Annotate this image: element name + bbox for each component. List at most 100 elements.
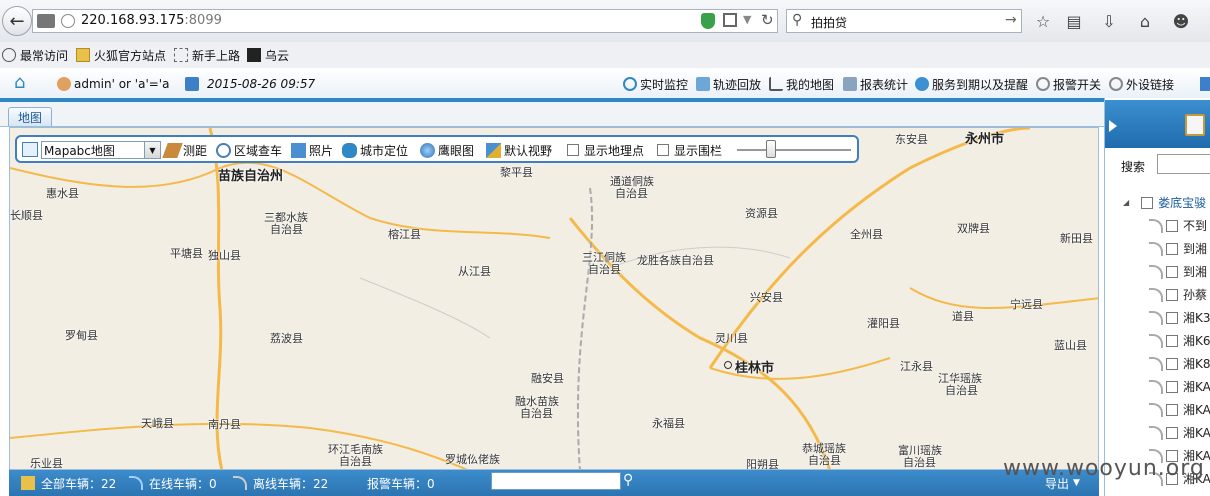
- default-view-tool[interactable]: 默认视野: [486, 140, 552, 160]
- smiley-icon[interactable]: ☻: [1170, 10, 1192, 32]
- search-bar[interactable]: ⚲ 拍拍贷 →: [786, 9, 1022, 33]
- bookmark-wooyun[interactable]: 乌云: [247, 47, 289, 63]
- search-icon[interactable]: ⚲: [623, 472, 633, 488]
- reload-icon[interactable]: ↻: [761, 11, 774, 29]
- vehicle-search-input[interactable]: [491, 472, 621, 490]
- map-place: 江永县: [900, 360, 933, 373]
- vehicle-row[interactable]: 不到: [1105, 214, 1210, 237]
- bookmark-firefox-site[interactable]: 火狐官方站点: [76, 47, 166, 63]
- vehicle-row[interactable]: 到湘: [1105, 260, 1210, 283]
- back-button[interactable]: ←: [2, 6, 32, 36]
- feed-icon: [1149, 333, 1163, 348]
- vehicle-checkbox[interactable]: [1166, 265, 1178, 278]
- vehicle-checkbox[interactable]: [1166, 242, 1178, 255]
- nav-reports[interactable]: 报表统计: [843, 75, 908, 93]
- vehicle-checkbox[interactable]: [1166, 380, 1178, 393]
- home-icon[interactable]: ⌂: [14, 74, 32, 92]
- map-place: 乐业县: [30, 457, 63, 470]
- vehicle-label: 孙蔡: [1183, 288, 1208, 302]
- zoom-slider-track[interactable]: [737, 149, 851, 151]
- measure-tool[interactable]: 测距: [162, 140, 207, 160]
- nav-my-map[interactable]: 我的地图: [769, 75, 834, 93]
- show-fence-checkbox[interactable]: [657, 144, 669, 156]
- status-bar: 全部车辆：22 在线车辆：0 离线车辆：22 报警车辆：0 ⚲ 导出 ▼: [9, 470, 1099, 496]
- map-place: 平塘县: [170, 247, 203, 260]
- panel-search-input[interactable]: [1157, 154, 1210, 174]
- map-place: 灌阳县: [867, 317, 900, 330]
- vehicle-row[interactable]: 湘K6: [1105, 329, 1210, 352]
- chat-bubble-icon: [915, 77, 929, 91]
- vehicle-row[interactable]: 湘KA: [1105, 421, 1210, 444]
- map-place: 龙胜各族自治县: [637, 254, 714, 267]
- nav-service-expiry[interactable]: 服务到期以及提醒: [915, 75, 1028, 93]
- more-icon[interactable]: [1200, 77, 1210, 91]
- bookmark-getting-started[interactable]: 新手上路: [174, 47, 240, 63]
- download-icon[interactable]: ⇩: [1098, 10, 1120, 32]
- shield-icon[interactable]: [701, 13, 715, 29]
- reading-list-icon[interactable]: ▤: [1063, 10, 1085, 32]
- vehicle-row[interactable]: 湘K3: [1105, 306, 1210, 329]
- group-checkbox[interactable]: [1141, 196, 1154, 209]
- status-alarm[interactable]: 报警车辆：0: [367, 475, 435, 491]
- city-locate-tool[interactable]: 城市定位: [342, 140, 408, 160]
- vehicle-row[interactable]: 孙蔡: [1105, 283, 1210, 306]
- dropdown-arrow-icon[interactable]: ▼: [743, 13, 751, 26]
- clipboard-icon: [1185, 114, 1205, 136]
- show-fence-toggle[interactable]: 显示围栏: [657, 140, 722, 160]
- vehicle-checkbox[interactable]: [1166, 288, 1178, 301]
- show-poi-toggle[interactable]: 显示地理点: [567, 140, 644, 160]
- map-place: 黎平县: [500, 166, 533, 179]
- status-offline[interactable]: 离线车辆：22: [233, 475, 328, 491]
- map-canvas[interactable]: 苗族自治州 黎平县 通道侗族 自治县 东安县 永州市 惠水县 长顺县 三都水族 …: [9, 127, 1099, 470]
- eagle-eye-tool[interactable]: 鹰眼图: [420, 140, 474, 160]
- tab-map[interactable]: 地图: [8, 107, 52, 126]
- map-place: 天峨县: [141, 417, 174, 430]
- user-info: admin' or 'a'='a: [57, 75, 169, 93]
- home-icon[interactable]: ⌂: [1134, 10, 1156, 32]
- zoom-slider-handle[interactable]: [766, 140, 777, 158]
- group-row[interactable]: ◢ 娄底宝骏: [1105, 191, 1210, 214]
- panel-header: [1105, 100, 1210, 148]
- area-search-tool[interactable]: 区域查车: [216, 140, 282, 160]
- map-place: 新田县: [1060, 232, 1093, 245]
- search-icon: ⚲: [792, 12, 803, 28]
- nav-realtime-monitor[interactable]: 实时监控: [623, 75, 688, 93]
- vehicle-row[interactable]: 湘KA: [1105, 398, 1210, 421]
- search-go-icon[interactable]: →: [1005, 12, 1017, 28]
- url-bar[interactable]: 220.168.93.175:8099 ▼ ↻: [32, 9, 778, 33]
- qr-code-icon[interactable]: [723, 13, 737, 27]
- status-online[interactable]: 在线车辆：0: [129, 475, 217, 491]
- map-type-select[interactable]: Mapabc地图 ▼: [41, 141, 161, 159]
- nav-track-playback[interactable]: 轨迹回放: [696, 75, 761, 93]
- vehicle-checkbox[interactable]: [1166, 334, 1178, 347]
- map-place: 永福县: [652, 417, 685, 430]
- bookmark-most-visited[interactable]: 最常访问: [2, 47, 68, 63]
- vehicle-checkbox[interactable]: [1166, 311, 1178, 324]
- vehicle-checkbox[interactable]: [1166, 403, 1178, 416]
- feed-icon: [129, 476, 143, 490]
- vehicle-checkbox[interactable]: [1166, 219, 1178, 232]
- vehicle-row[interactable]: 到湘: [1105, 237, 1210, 260]
- star-icon[interactable]: ☆: [1032, 10, 1054, 32]
- collapse-arrow-icon[interactable]: [1109, 120, 1117, 132]
- map-place: 榕江县: [388, 228, 421, 241]
- map-place: 桂林市: [735, 361, 775, 376]
- nav-peripheral-link[interactable]: 外设链接: [1109, 75, 1174, 93]
- vehicle-checkbox[interactable]: [1166, 357, 1178, 370]
- vehicle-label: 湘K3: [1183, 311, 1210, 325]
- vehicle-checkbox[interactable]: [1166, 426, 1178, 439]
- map-place: 兴安县: [750, 291, 783, 304]
- map-toolbar: Mapabc地图 ▼ 测距 区域查车 照片 城市定位 鹰眼图 默认视野 显示地理…: [15, 135, 859, 163]
- vehicle-row[interactable]: 湘KA: [1105, 375, 1210, 398]
- map-place: 长顺县: [10, 209, 43, 222]
- gear-icon: [2, 48, 16, 62]
- map-place: 自治县: [615, 187, 648, 200]
- nav-alarm-switch[interactable]: 报警开关: [1036, 75, 1101, 93]
- show-poi-checkbox[interactable]: [567, 144, 579, 156]
- map-place: 永州市: [965, 132, 1005, 147]
- vehicle-row[interactable]: 湘K8: [1105, 352, 1210, 375]
- url-text: 220.168.93.175:8099: [81, 13, 222, 28]
- expand-triangle-icon[interactable]: ◢: [1123, 198, 1129, 207]
- photo-tool[interactable]: 照片: [291, 140, 333, 160]
- status-total[interactable]: 全部车辆：22: [21, 475, 116, 491]
